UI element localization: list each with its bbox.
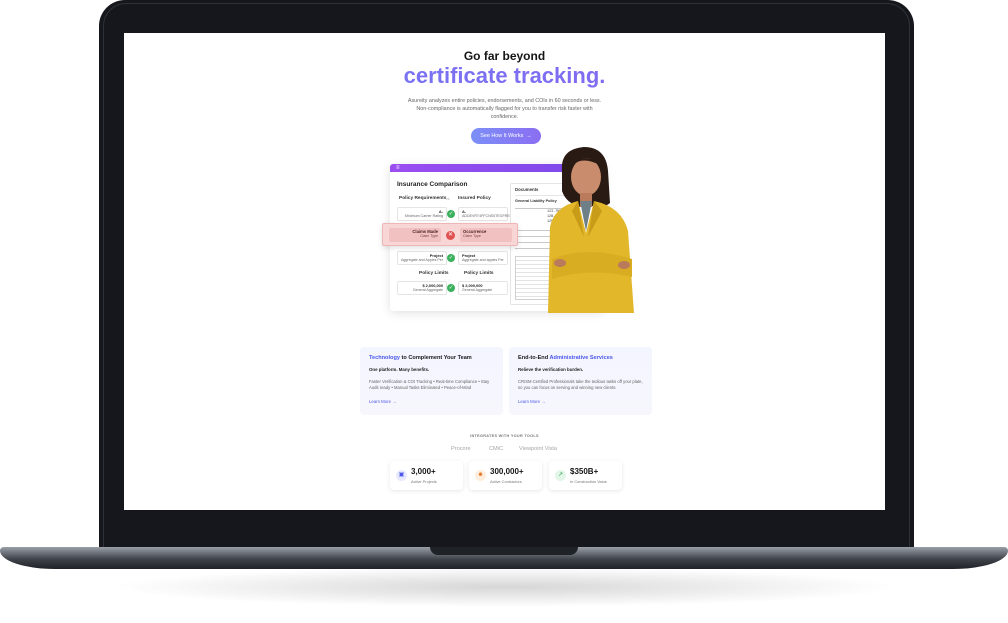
check-icon: ✓ bbox=[447, 254, 455, 262]
laptop-shadow bbox=[110, 567, 900, 607]
hero-headline: certificate tracking. bbox=[124, 63, 885, 89]
viewpoint-vista-logo: Viewpoint Vista bbox=[519, 446, 558, 452]
procore-logo: Procore bbox=[451, 446, 471, 452]
technology-card: Technology to Complement Your Team One p… bbox=[360, 347, 503, 415]
card-lead: One platform. Many benefits. bbox=[369, 367, 430, 372]
see-how-it-works-button[interactable]: See How It Works → bbox=[471, 128, 541, 144]
cell-sub: Aggregate and appies Per bbox=[462, 258, 504, 263]
requirement-cell: A- Minimum Carrier Rating bbox=[397, 207, 447, 221]
laptop-screen: Go far beyond certificate tracking. Asur… bbox=[124, 33, 885, 510]
businesswoman-photo bbox=[548, 147, 634, 313]
people-icon: ☻ bbox=[475, 470, 486, 481]
administrative-services-card: End-to-End Administrative Services Relie… bbox=[509, 347, 652, 415]
vs-label: vs bbox=[446, 197, 450, 201]
building-icon: ▣ bbox=[396, 470, 407, 481]
policy-cell: $ 2,000,000 General Aggregate bbox=[458, 281, 508, 295]
check-icon: ✓ bbox=[447, 284, 455, 292]
stat-label: In Construction Value bbox=[570, 479, 607, 484]
integrations-label: INTEGRATES WITH YOUR TOOLS bbox=[470, 434, 539, 438]
mismatch-highlight-row: Claims Made Claim Type ✕ Occurrence Clai… bbox=[382, 223, 518, 246]
card-title-highlight: Technology bbox=[369, 355, 400, 361]
card-title: End-to-End Administrative Services bbox=[518, 355, 613, 361]
error-x-icon: ✕ bbox=[446, 231, 455, 240]
trend-icon: ↗ bbox=[555, 470, 566, 481]
card-title-plain: End-to-End bbox=[518, 355, 550, 361]
claims-made-cell: Claims Made Claim Type bbox=[389, 228, 441, 242]
arrow-right-icon: → bbox=[526, 133, 532, 139]
occurrence-cell: Occurrence Claim Type bbox=[460, 228, 512, 242]
requirement-cell: $ 2,000,000 General Aggregate bbox=[397, 281, 447, 295]
stat-active-projects: ▣ 3,000+ Active Projects bbox=[390, 461, 463, 490]
hero-eyebrow: Go far beyond bbox=[463, 49, 546, 63]
policy-cell: Project Aggregate and appies Per bbox=[458, 251, 508, 265]
cmic-logo: CMiC bbox=[489, 446, 503, 452]
cell-sub: Aggregate and Appies Per bbox=[401, 258, 443, 263]
mockup-title: Insurance Comparison bbox=[397, 181, 468, 188]
check-icon: ✓ bbox=[447, 210, 455, 218]
cell-sub: Claim Type bbox=[463, 234, 481, 239]
policy-limits-left: Policy Limits bbox=[419, 271, 449, 276]
menu-icon: ≡ bbox=[396, 165, 400, 171]
stat-construction-value: ↗ $350B+ In Construction Value bbox=[549, 461, 622, 490]
stat-value: $350B+ bbox=[570, 467, 599, 476]
card-body: Faster Verification & COI Tracking • Rea… bbox=[369, 379, 490, 390]
cta-label: See How It Works bbox=[480, 133, 524, 139]
laptop-notch bbox=[430, 547, 578, 555]
policy-cell: A- ADDEVRT4FFCNS5TEGFREE bbox=[458, 207, 512, 221]
documents-title: Documents bbox=[515, 187, 539, 192]
cell-sub: Minimum Carrier Rating bbox=[405, 214, 443, 219]
policy-limits-right: Policy Limits bbox=[464, 271, 494, 276]
column-insured-policy: Insured Policy bbox=[458, 196, 491, 201]
stat-active-contractors: ☻ 300,000+ Active Contractors bbox=[469, 461, 542, 490]
hero-subtext: Asureity analyzes entire policies, endor… bbox=[407, 98, 602, 120]
requirement-cell: Project Aggregate and Appies Per bbox=[397, 251, 447, 265]
learn-more-link[interactable]: Learn More → bbox=[369, 399, 396, 404]
cell-sub: General Aggregate bbox=[412, 288, 443, 293]
card-body: CRISM Certified Professionals take the t… bbox=[518, 379, 643, 390]
column-policy-requirements: Policy Requirements bbox=[399, 196, 447, 201]
card-title-highlight: Administrative Services bbox=[549, 355, 613, 361]
card-title: Technology to Complement Your Team bbox=[369, 355, 472, 361]
card-lead: Relieve the verification burden. bbox=[518, 367, 584, 372]
learn-more-link[interactable]: Learn More → bbox=[518, 399, 545, 404]
cell-sub: Claim Type bbox=[420, 234, 438, 239]
cell-sub: ADDEVRT4FFCNS5TEGFREE bbox=[462, 214, 513, 219]
stat-value: 300,000+ bbox=[490, 467, 524, 476]
stat-label: Active Contractors bbox=[490, 479, 522, 484]
cell-sub: General Aggregate bbox=[462, 288, 493, 293]
stat-label: Active Projects bbox=[411, 479, 437, 484]
card-title-rest: to Complement Your Team bbox=[399, 355, 472, 361]
stat-value: 3,000+ bbox=[411, 467, 436, 476]
